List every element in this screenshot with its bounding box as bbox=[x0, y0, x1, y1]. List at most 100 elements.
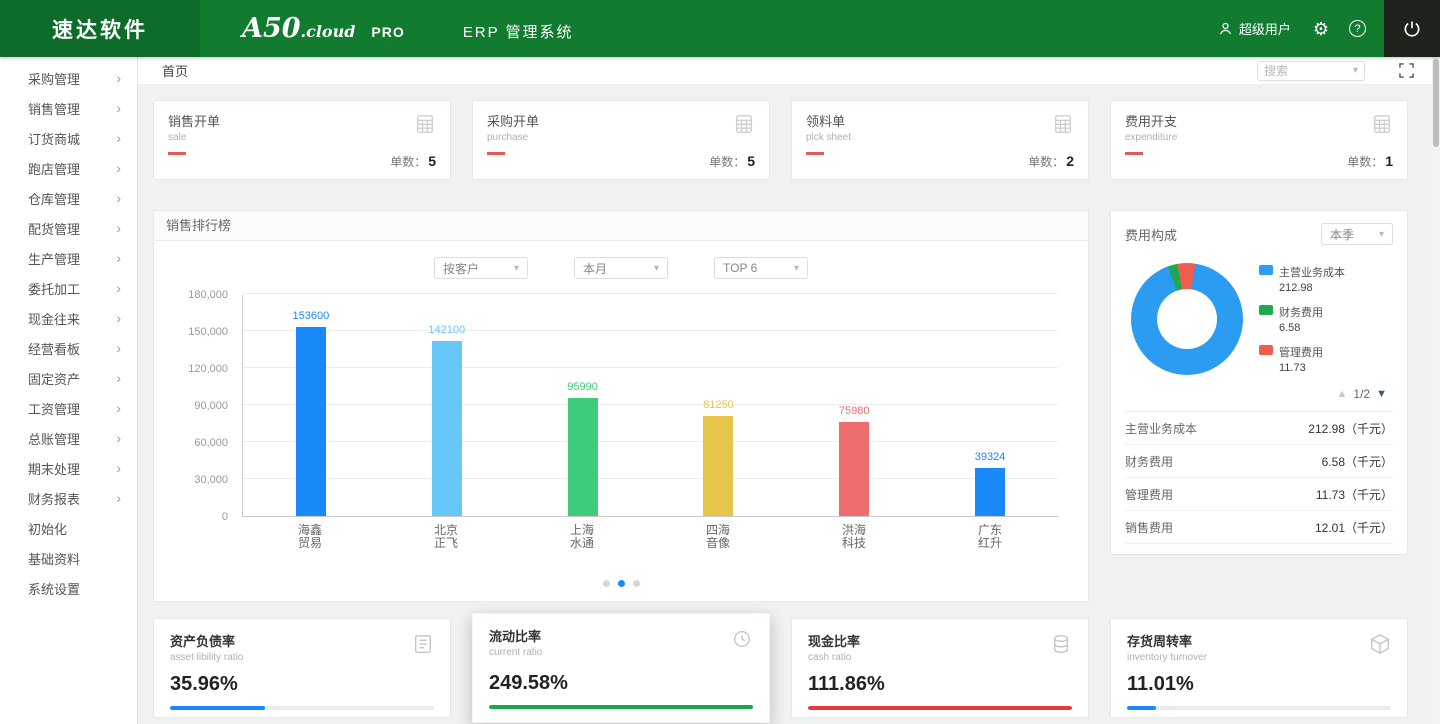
legend-value: 212.98 bbox=[1279, 282, 1345, 294]
app-logo[interactable]: 速达软件 bbox=[0, 0, 200, 57]
sidebar-item-16[interactable]: 基础资料 bbox=[0, 543, 137, 573]
sidebar: 采购管理›销售管理›订货商城›跑店管理›仓库管理›配货管理›生产管理›委托加工›… bbox=[0, 57, 138, 724]
expense-panel-title: 费用构成 bbox=[1125, 225, 1177, 244]
sidebar-item-5[interactable]: 配货管理› bbox=[0, 213, 137, 243]
expense-row-3: 销售费用12.01（千元） bbox=[1125, 511, 1393, 544]
red-dash bbox=[806, 152, 824, 155]
x-axis-labels: 海鑫 贸易北京 正飞上海 水通四海 音像洪海 科技广东 红升 bbox=[242, 519, 1058, 547]
metric-subtitle: cash ratio bbox=[808, 652, 1072, 663]
bar-3[interactable] bbox=[703, 416, 733, 516]
metric-title: 资产负债率 bbox=[170, 631, 434, 650]
sidebar-item-17[interactable]: 系统设置 bbox=[0, 573, 137, 603]
progress-fill bbox=[1127, 706, 1156, 710]
sidebar-item-3[interactable]: 跑店管理› bbox=[0, 153, 137, 183]
stat-card-pick-sheet[interactable]: 领料单 pick sheet 单数：2 bbox=[791, 100, 1089, 180]
metric-value: 111.86% bbox=[808, 673, 1072, 696]
bar-slot: 153600 bbox=[243, 295, 379, 516]
fullscreen-icon[interactable] bbox=[1399, 63, 1414, 78]
carousel-dot-1[interactable] bbox=[618, 580, 625, 587]
expense-period-select[interactable]: 本季▾ bbox=[1321, 223, 1393, 245]
sidebar-item-0[interactable]: 采购管理› bbox=[0, 63, 137, 93]
sidebar-item-1[interactable]: 销售管理› bbox=[0, 93, 137, 123]
chevron-right-icon: › bbox=[116, 250, 121, 266]
legend-item-2: 管理费用11.73 bbox=[1259, 344, 1345, 374]
sidebar-item-14[interactable]: 财务报表› bbox=[0, 483, 137, 513]
stat-card-subtitle: expenditure bbox=[1125, 132, 1393, 143]
sidebar-item-4[interactable]: 仓库管理› bbox=[0, 183, 137, 213]
stat-card-sale[interactable]: 销售开单 sale 单数：5 bbox=[153, 100, 451, 180]
progress-bar bbox=[489, 705, 753, 709]
y-tick-label: 60,000 bbox=[194, 437, 228, 449]
user-menu[interactable]: 超级用户 bbox=[1218, 19, 1291, 38]
bar-slot: 39324 bbox=[922, 295, 1058, 516]
metric-title: 存货周转率 bbox=[1127, 631, 1391, 650]
bar-1[interactable] bbox=[432, 341, 462, 516]
carousel-dot-0[interactable] bbox=[603, 580, 610, 587]
expense-row-value: 212.98（千元） bbox=[1308, 420, 1393, 437]
bar-2[interactable] bbox=[568, 398, 598, 516]
chevron-right-icon: › bbox=[116, 400, 121, 416]
metric-card-cash-ratio[interactable]: 现金比率 cash ratio 111.86% bbox=[791, 618, 1089, 718]
chevron-right-icon: › bbox=[116, 220, 121, 236]
breadcrumb-bar: 首页 搜索 ▾ bbox=[138, 57, 1432, 85]
chevron-down-icon: ▾ bbox=[514, 263, 519, 274]
progress-fill bbox=[489, 705, 753, 709]
metric-value: 249.58% bbox=[489, 672, 753, 695]
pager-up-icon[interactable]: ▲ bbox=[1337, 388, 1348, 400]
dashboard-content: 销售开单 sale 单数：5 采购开单 purchase 单数：5 领料单 pi… bbox=[138, 85, 1432, 723]
expense-row-0: 主营业务成本212.98（千元） bbox=[1125, 412, 1393, 445]
metric-card-asset-liability-ratio[interactable]: 资产负债率 asset libility ratio 35.96% bbox=[153, 618, 451, 718]
stat-card-title: 采购开单 bbox=[487, 111, 755, 130]
sidebar-item-15[interactable]: 初始化 bbox=[0, 513, 137, 543]
sidebar-item-10[interactable]: 固定资产› bbox=[0, 363, 137, 393]
chevron-right-icon: › bbox=[116, 130, 121, 146]
sidebar-item-13[interactable]: 期末处理› bbox=[0, 453, 137, 483]
x-axis-label: 海鑫 贸易 bbox=[242, 519, 378, 547]
chevron-right-icon: › bbox=[116, 370, 121, 386]
carousel-dots bbox=[154, 580, 1088, 587]
stat-card-title: 销售开单 bbox=[168, 111, 436, 130]
stat-card-subtitle: purchase bbox=[487, 132, 755, 143]
carousel-dot-2[interactable] bbox=[633, 580, 640, 587]
sidebar-item-9[interactable]: 经营看板› bbox=[0, 333, 137, 363]
sidebar-item-label: 初始化 bbox=[28, 519, 67, 538]
sidebar-item-label: 期末处理 bbox=[28, 459, 80, 478]
sidebar-item-2[interactable]: 订货商城› bbox=[0, 123, 137, 153]
bar-value-label: 81250 bbox=[703, 399, 734, 411]
sidebar-item-7[interactable]: 委托加工› bbox=[0, 273, 137, 303]
logout-button[interactable] bbox=[1384, 0, 1440, 57]
bar-0[interactable] bbox=[296, 327, 326, 516]
chevron-right-icon: › bbox=[116, 100, 121, 116]
stat-card-purchase[interactable]: 采购开单 purchase 单数：5 bbox=[472, 100, 770, 180]
metric-card-current-ratio[interactable]: 流动比率 current ratio 249.58% bbox=[472, 613, 770, 723]
metric-value: 11.01% bbox=[1127, 673, 1391, 696]
donut-legend: 主营业务成本212.98财务费用6.58管理费用11.73 bbox=[1259, 264, 1345, 374]
pager-down-icon[interactable]: ▼ bbox=[1376, 388, 1387, 400]
metric-card-inventory-turnover[interactable]: 存货周转率 inventory turnover 11.01% bbox=[1110, 618, 1408, 718]
sidebar-item-12[interactable]: 总账管理› bbox=[0, 423, 137, 453]
top-n-select[interactable]: TOP 6▾ bbox=[714, 257, 808, 279]
sidebar-item-11[interactable]: 工资管理› bbox=[0, 393, 137, 423]
bar-slot: 81250 bbox=[650, 295, 786, 516]
sidebar-item-6[interactable]: 生产管理› bbox=[0, 243, 137, 273]
crumb-actions: 搜索 ▾ bbox=[1257, 61, 1414, 81]
progress-bar bbox=[170, 706, 434, 710]
sidebar-item-8[interactable]: 现金往来› bbox=[0, 303, 137, 333]
sidebar-item-label: 系统设置 bbox=[28, 579, 80, 598]
bar-4[interactable] bbox=[839, 422, 869, 516]
help-icon[interactable]: ? bbox=[1349, 20, 1366, 37]
bar-value-label: 39324 bbox=[975, 451, 1006, 463]
bar-5[interactable] bbox=[975, 468, 1005, 516]
scrollbar-thumb[interactable] bbox=[1433, 59, 1439, 147]
gear-icon[interactable]: ⚙ bbox=[1313, 20, 1329, 38]
y-tick-label: 30,000 bbox=[194, 474, 228, 486]
bar-value-label: 75980 bbox=[839, 405, 870, 417]
sidebar-menu: 采购管理›销售管理›订货商城›跑店管理›仓库管理›配货管理›生产管理›委托加工›… bbox=[0, 63, 137, 603]
group-by-select[interactable]: 按客户▾ bbox=[434, 257, 528, 279]
search-select[interactable]: 搜索 ▾ bbox=[1257, 61, 1365, 81]
stat-card-expenditure[interactable]: 费用开支 expenditure 单数：1 bbox=[1110, 100, 1408, 180]
period-select[interactable]: 本月▾ bbox=[574, 257, 668, 279]
breadcrumb-home[interactable]: 首页 bbox=[162, 61, 188, 80]
stat-card-title: 费用开支 bbox=[1125, 111, 1393, 130]
page-scrollbar[interactable] bbox=[1432, 57, 1440, 724]
